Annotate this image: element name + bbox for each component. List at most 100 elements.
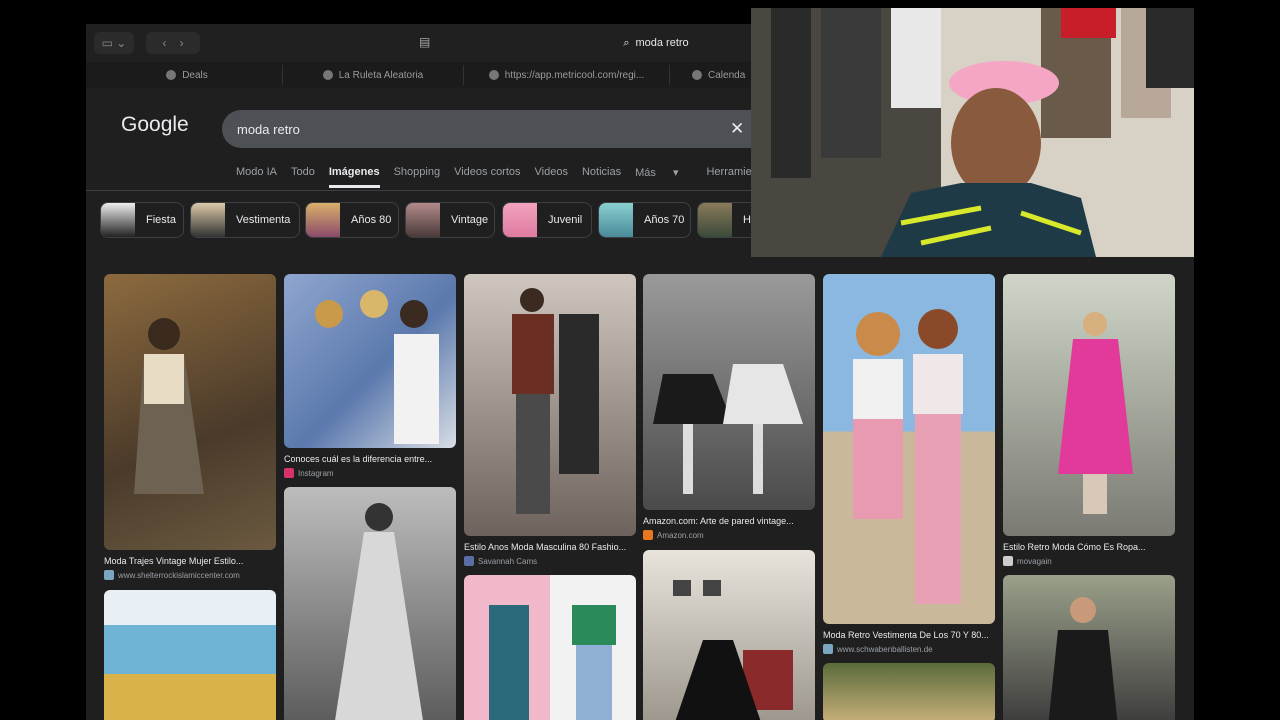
chip-label: Años 80 (351, 214, 392, 226)
result-source[interactable]: Amazon.com (643, 530, 815, 540)
result-caption[interactable]: Estilo Retro Moda Cómo Es Ropa... (1003, 542, 1175, 552)
result-card[interactable]: Conoces cuál es la diferencia entre... I… (284, 274, 456, 478)
chip-label: Vintage (451, 214, 489, 226)
site-icon (823, 644, 833, 654)
photo-placeholder (489, 605, 616, 720)
result-image[interactable] (284, 274, 456, 448)
tab-label: Calenda (708, 69, 746, 81)
chip-fiesta[interactable]: Fiesta (100, 202, 184, 238)
chip-anos-80[interactable]: Años 80 (305, 202, 399, 238)
reader-icon[interactable]: ▤ (419, 35, 430, 49)
result-source-label: www.schwabenballisten.de (837, 644, 933, 654)
back-icon[interactable]: ‹ (162, 36, 166, 50)
photo-placeholder (134, 318, 204, 494)
chip-ho[interactable]: Ho (697, 202, 759, 238)
chip-thumbnail (101, 203, 135, 237)
result-image[interactable] (823, 663, 995, 720)
tab-todo[interactable]: Todo (291, 166, 315, 188)
result-card[interactable]: Moda Trajes Vintage Mujer Estilo... www.… (104, 274, 276, 580)
result-image[interactable] (104, 590, 276, 720)
tab-videos-cortos[interactable]: Videos cortos (454, 166, 520, 188)
tab-mas-label: Más (635, 167, 656, 179)
tab-ruleta[interactable]: La Ruleta Aleatoria (283, 65, 464, 85)
forward-icon[interactable]: › (180, 36, 184, 50)
result-card[interactable] (1003, 575, 1175, 720)
result-caption[interactable]: Moda Retro Vestimenta De Los 70 Y 80... (823, 630, 995, 640)
chip-thumbnail (503, 203, 537, 237)
tab-deals[interactable]: Deals (92, 65, 283, 85)
tab-videos[interactable]: Videos (535, 166, 568, 188)
webcam-overlay (751, 8, 1194, 257)
result-image[interactable] (104, 274, 276, 550)
tab-noticias[interactable]: Noticias (582, 166, 621, 188)
address-text: moda retro (635, 37, 689, 49)
tab-modo-ia[interactable]: Modo IA (236, 166, 277, 188)
tab-label: La Ruleta Aleatoria (338, 69, 424, 81)
result-source-label: Instagram (298, 468, 334, 478)
instagram-icon (284, 468, 294, 478)
result-caption[interactable]: Amazon.com: Arte de pared vintage... (643, 516, 815, 526)
photo-placeholder (315, 290, 439, 444)
result-card[interactable] (643, 550, 815, 720)
result-image[interactable] (643, 274, 815, 510)
result-source[interactable]: Savannah Cams (464, 556, 636, 566)
sidebar-icon: ▭ ⌄ (101, 36, 127, 50)
result-source-label: movagain (1017, 556, 1052, 566)
webcam-video (751, 8, 1194, 257)
result-image[interactable] (643, 550, 815, 720)
chip-thumbnail (191, 203, 225, 237)
tab-metricool[interactable]: https://app.metricool.com/regi... (464, 65, 670, 85)
result-card[interactable]: Estilo Retro Moda Cómo Es Ropa... movaga… (1003, 274, 1175, 566)
favicon-icon (692, 70, 702, 80)
result-image[interactable] (1003, 274, 1175, 536)
chip-vestimenta[interactable]: Vestimenta (190, 202, 300, 238)
result-card[interactable] (823, 663, 995, 720)
close-icon[interactable]: ✕ (730, 119, 744, 139)
result-card[interactable]: Amazon.com: Arte de pared vintage... Ama… (643, 274, 815, 540)
site-icon (464, 556, 474, 566)
search-input[interactable]: moda retro (237, 122, 300, 137)
result-image[interactable] (1003, 575, 1175, 720)
result-card[interactable]: Moda Retro Vestimenta De Los 70 Y 80... … (823, 274, 995, 654)
result-image[interactable] (284, 487, 456, 720)
chip-vintage[interactable]: Vintage (405, 202, 495, 238)
chip-thumbnail (306, 203, 340, 237)
search-box[interactable]: moda retro ✕ (222, 110, 782, 148)
result-image[interactable] (464, 575, 636, 720)
favicon-icon (488, 70, 499, 80)
result-card[interactable] (284, 487, 456, 720)
chip-label: Juvenil (548, 214, 583, 226)
chip-thumbnail (698, 203, 732, 237)
tab-imagenes[interactable]: Imágenes (328, 166, 380, 188)
result-caption[interactable]: Conoces cuál es la diferencia entre... (284, 454, 456, 464)
chip-anos-70[interactable]: Años 70 (598, 202, 691, 238)
result-source[interactable]: www.schwabenballisten.de (823, 644, 995, 654)
result-caption[interactable]: Moda Trajes Vintage Mujer Estilo... (104, 556, 276, 566)
chip-label: Vestimenta (236, 214, 291, 226)
result-source[interactable]: www.shelterrockislamiccenter.com (104, 570, 276, 580)
photo-placeholder (853, 309, 963, 604)
result-card[interactable]: Estilo Anos Moda Masculina 80 Fashio... … (464, 274, 636, 566)
search-tabs: Modo IA Todo Imágenes Shopping Videos co… (236, 166, 772, 188)
result-source[interactable]: movagain (1003, 556, 1175, 566)
result-card[interactable] (104, 590, 276, 720)
photo-placeholder (1058, 312, 1133, 514)
tab-mas[interactable]: Más ▾ (635, 166, 692, 188)
sidebar-toggle-button[interactable]: ▭ ⌄ (94, 32, 134, 54)
amazon-icon (643, 530, 653, 540)
result-caption[interactable]: Estilo Anos Moda Masculina 80 Fashio... (464, 542, 636, 552)
result-source[interactable]: Instagram (284, 468, 456, 478)
favicon-icon (322, 70, 333, 80)
tab-label: Deals (182, 69, 208, 81)
chip-juvenil[interactable]: Juvenil (502, 202, 592, 238)
result-image[interactable] (823, 274, 995, 624)
result-source-label: www.shelterrockislamiccenter.com (118, 570, 240, 580)
google-logo[interactable]: Google (121, 113, 189, 137)
chip-label: Años 70 (644, 214, 685, 226)
result-image[interactable] (464, 274, 636, 536)
result-card[interactable] (464, 575, 636, 720)
photo-placeholder (1048, 597, 1118, 720)
tab-shopping[interactable]: Shopping (394, 166, 441, 188)
site-icon (1003, 556, 1013, 566)
history-nav: ‹ › (146, 32, 200, 54)
